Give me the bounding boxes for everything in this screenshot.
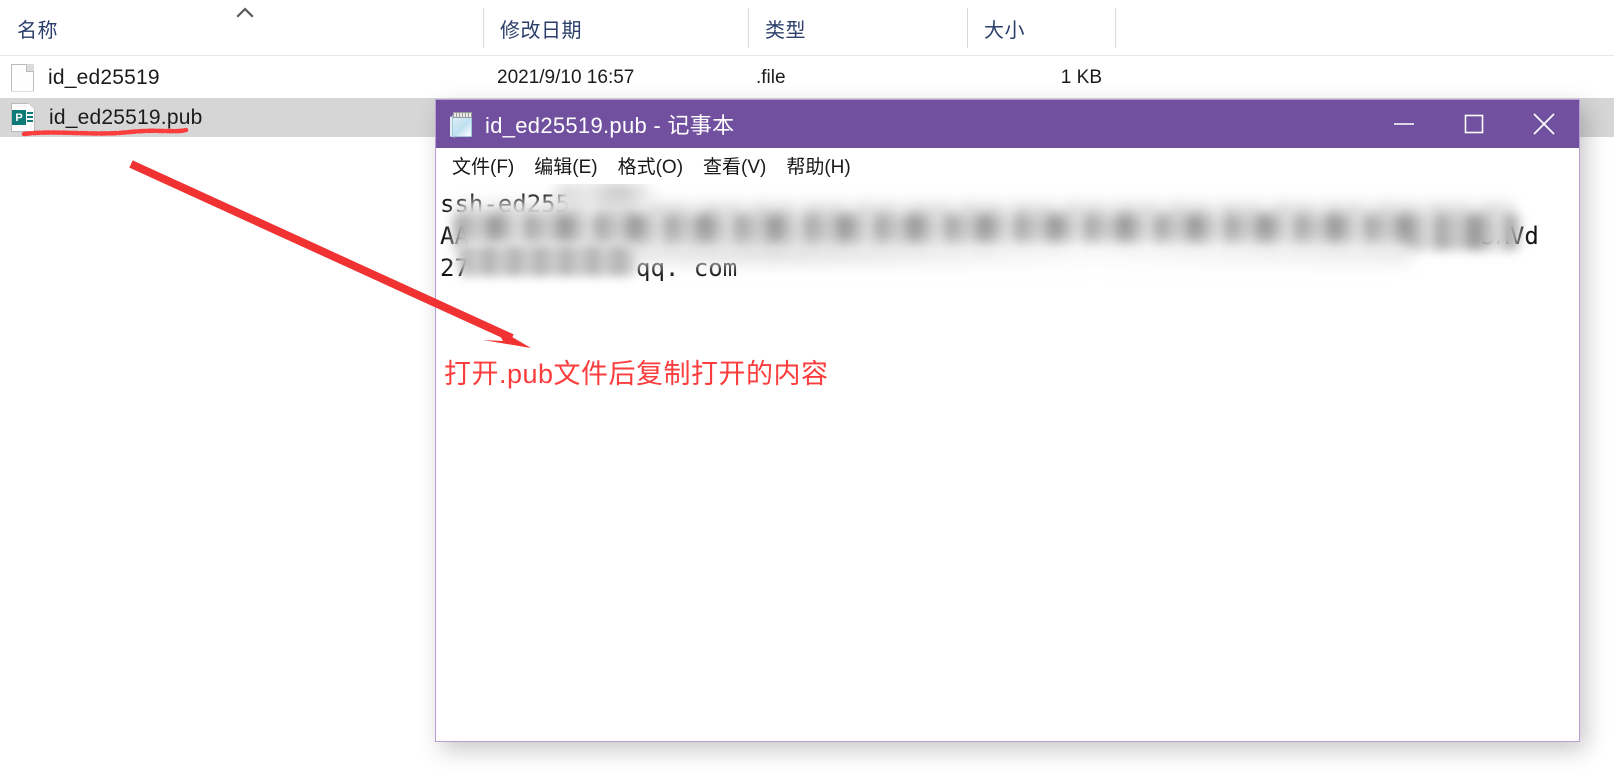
window-controls: [1369, 100, 1579, 148]
file-type-cell: .file: [756, 66, 786, 88]
maximize-button[interactable]: [1439, 100, 1509, 148]
column-divider-4[interactable]: [1115, 8, 1116, 48]
file-name-label: id_ed25519.pub: [49, 105, 203, 129]
menu-view[interactable]: 查看(V): [693, 152, 776, 179]
screen-root: 名称 修改日期 类型 大小 id_ed25519 2021/9/10 16:57…: [0, 0, 1614, 777]
redaction-blur-1: [556, 184, 651, 216]
column-header-row: 名称 修改日期 类型 大小: [0, 0, 1614, 56]
text-line-3: 27: [440, 254, 469, 282]
chevron-up-icon: [236, 7, 254, 18]
file-size-cell: 1 KB: [1060, 66, 1102, 88]
text-line-3-tail: qq. com: [636, 254, 738, 282]
file-name-label: id_ed25519: [48, 65, 160, 89]
column-header-name-label: 名称: [17, 19, 58, 42]
column-header-size[interactable]: 大小: [967, 0, 1025, 56]
maximize-icon: [1464, 114, 1484, 134]
column-header-name[interactable]: 名称: [0, 0, 58, 56]
header-separator-line: [0, 55, 1614, 56]
text-line-2: AA: [440, 222, 469, 250]
close-button[interactable]: [1509, 100, 1579, 148]
menu-file[interactable]: 文件(F): [442, 152, 524, 179]
file-name-cell: P id_ed25519.pub: [11, 103, 483, 132]
minimize-button[interactable]: [1369, 100, 1439, 148]
redaction-blur-2: [454, 214, 1519, 250]
file-generic-icon: [11, 63, 34, 92]
text-line-1: ssh-ed255: [440, 190, 571, 218]
redaction-blur-2-bottom: [454, 242, 1414, 264]
redaction-blur-2-top: [454, 202, 1514, 224]
column-divider-1[interactable]: [483, 8, 484, 48]
notepad-menubar: 文件(F) 编辑(E) 格式(O) 查看(V) 帮助(H): [436, 148, 1579, 184]
column-header-size-label: 大小: [984, 19, 1025, 42]
notepad-titlebar[interactable]: id_ed25519.pub - 记事本: [436, 100, 1579, 148]
menu-help[interactable]: 帮助(H): [776, 152, 860, 179]
notepad-text-area[interactable]: ssh-ed255 AA 27 5HVd qq. com: [436, 184, 1579, 741]
column-header-type[interactable]: 类型: [748, 0, 806, 56]
column-header-modified[interactable]: 修改日期: [483, 0, 582, 56]
minimize-icon: [1394, 123, 1414, 125]
column-header-modified-label: 修改日期: [500, 19, 582, 42]
close-icon: [1533, 113, 1555, 135]
redaction-blur-3: [460, 246, 635, 276]
table-row[interactable]: id_ed25519 2021/9/10 16:57 .file 1 KB: [0, 58, 1614, 97]
notepad-window[interactable]: id_ed25519.pub - 记事本 文件(F) 编辑(E) 格式(O) 查…: [435, 99, 1580, 742]
file-modified-cell: 2021/9/10 16:57: [497, 66, 635, 88]
text-line-2-tail: 5HVd: [1481, 222, 1539, 250]
column-divider-3[interactable]: [967, 8, 968, 48]
column-divider-2[interactable]: [748, 8, 749, 48]
menu-edit[interactable]: 编辑(E): [524, 152, 607, 179]
menu-format[interactable]: 格式(O): [608, 152, 693, 179]
column-header-type-label: 类型: [765, 19, 806, 42]
file-name-cell: id_ed25519: [11, 63, 483, 92]
file-publisher-icon: P: [11, 103, 35, 132]
window-title: id_ed25519.pub - 记事本: [485, 113, 735, 138]
notepad-icon: [450, 111, 474, 138]
